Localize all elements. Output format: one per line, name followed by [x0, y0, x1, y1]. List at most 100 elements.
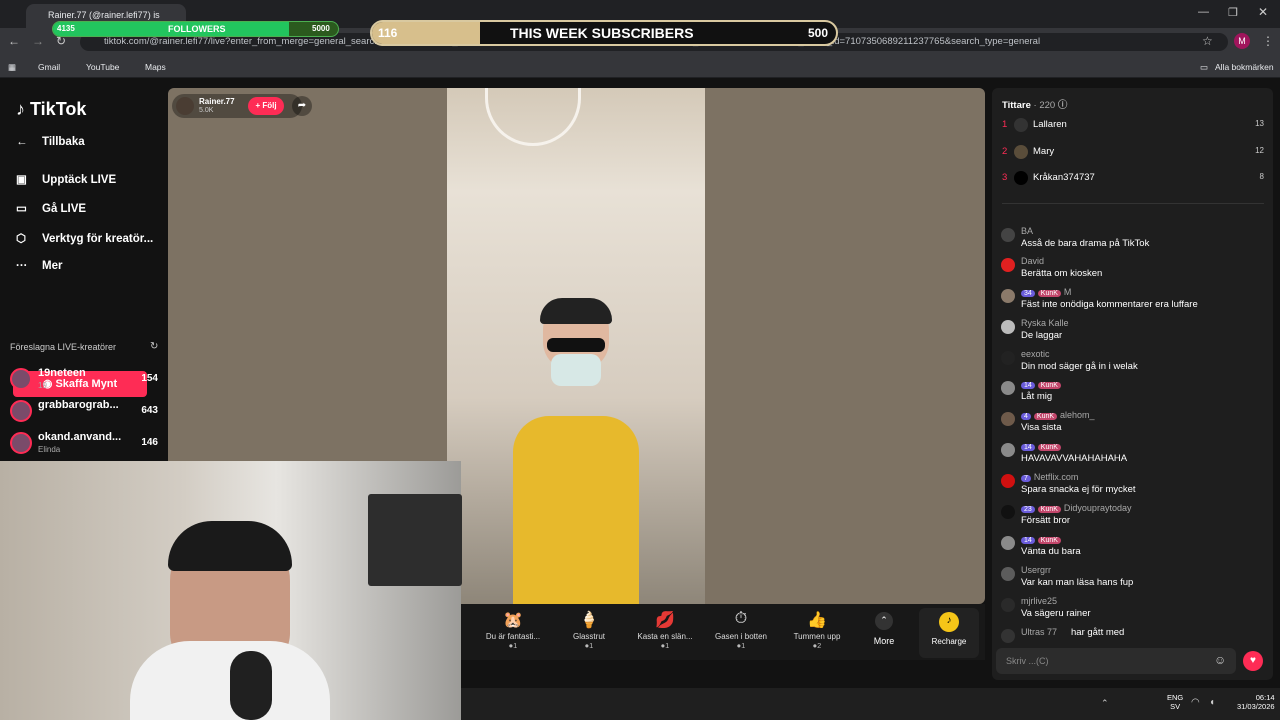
gift-item[interactable]: 💋 Kasta en slän... ●1	[630, 610, 700, 650]
chat-username[interactable]: 7 Netflix.com	[1021, 472, 1078, 482]
host-name[interactable]: Rainer.77	[199, 97, 235, 106]
viewer-row[interactable]: 2 Mary 12	[1002, 145, 1264, 166]
chat-username[interactable]: 4 KunK alehom_	[1021, 410, 1095, 420]
heart-icon[interactable]: ♥	[1243, 651, 1263, 671]
creator-item[interactable]: 19neteen 19 154	[10, 367, 158, 397]
close-icon[interactable]: ✕	[1258, 5, 1268, 19]
tray-chevron-icon[interactable]: ⌃	[1101, 698, 1109, 709]
follow-button[interactable]: + Följ	[248, 97, 284, 115]
chat-username[interactable]: Ryska Kalle	[1021, 318, 1069, 328]
followers-count: 4135	[57, 24, 75, 33]
recharge-button[interactable]: ♪ Recharge	[919, 608, 979, 658]
chat-username[interactable]: 23 KunK Didyoupraytoday	[1021, 503, 1131, 513]
left-sidebar: ♪ TikTok ← Tillbaka ▣ Upptäck LIVE ▭ Gå LIV…	[0, 79, 168, 461]
avatar[interactable]	[1001, 320, 1015, 334]
chat-message[interactable]: eexotic Din mod säger gå in i welak	[1001, 349, 1263, 377]
more-icon: ···	[16, 260, 28, 272]
chat-username[interactable]: Ultras 77	[1021, 627, 1057, 637]
chat-message[interactable]: Usergrr Var kan man läsa hans fup	[1001, 565, 1263, 593]
chat-message[interactable]: BA Asså de bara drama på TikTok	[1001, 226, 1263, 254]
emoji-icon[interactable]: ☺	[1214, 653, 1226, 667]
avatar[interactable]	[1001, 505, 1015, 519]
bookmark-gmail[interactable]: Gmail	[38, 62, 60, 72]
viewer-row[interactable]: 1 Lallaren 13	[1002, 118, 1264, 139]
chat-text: HAVAVAVVAHAHAHAHA	[1021, 453, 1128, 464]
chat-message[interactable]: 14 KunK HAVAVAVVAHAHAHAHA	[1001, 441, 1263, 469]
clock[interactable]: 06:14 31/03/2026	[1237, 693, 1275, 711]
chat-username[interactable]: David	[1021, 256, 1044, 266]
profile-avatar[interactable]: M	[1234, 33, 1250, 49]
level-badge: 4	[1021, 413, 1031, 420]
chat-message[interactable]: 14 KunK Låt mig	[1001, 379, 1263, 407]
chat-input[interactable]: Skriv ...(C) ☺	[996, 648, 1236, 674]
avatar[interactable]	[1001, 567, 1015, 581]
cap	[540, 298, 612, 324]
avatar[interactable]	[1001, 598, 1015, 612]
divider	[1002, 203, 1264, 204]
chat-username[interactable]: 34 KunK M	[1021, 287, 1071, 297]
more-gifts-button[interactable]: ⌃ More	[866, 612, 902, 646]
viewer-rank: 2	[1002, 146, 1008, 157]
chat-message[interactable]: 23 KunK Didyoupraytoday Försätt bror	[1001, 503, 1263, 531]
chat-username[interactable]: eexotic	[1021, 349, 1050, 359]
gift-item[interactable]: 🐹 Du är fantasti... ●1	[478, 610, 548, 650]
fan-badge: KunK	[1037, 382, 1061, 389]
refresh-icon[interactable]: ↻	[150, 341, 158, 352]
wifi-icon[interactable]: ◠	[1191, 697, 1200, 708]
chat-message[interactable]: 34 KunK M Fäst inte onödiga kommentarer era…	[1001, 287, 1263, 315]
back-arrow-icon[interactable]: ←	[8, 34, 20, 48]
fan-badge: KunK	[1037, 537, 1061, 544]
chat-message[interactable]: 14 KunK Vänta du bara	[1001, 534, 1263, 562]
forward-arrow-icon[interactable]: →	[32, 34, 44, 48]
avatar[interactable]	[1001, 228, 1015, 242]
menu-icon[interactable]: ⋮	[1262, 34, 1274, 48]
info-icon[interactable]: ⓘ	[1058, 100, 1068, 111]
creator-item[interactable]: okand.anvand... Elinda 146	[10, 431, 158, 461]
back-link[interactable]: ← Tillbaka	[16, 136, 85, 148]
share-icon[interactable]: ➦	[292, 96, 312, 116]
restore-icon[interactable]: ❐	[1228, 6, 1238, 19]
minimize-icon[interactable]: —	[1198, 6, 1209, 18]
nav-discover-live[interactable]: ▣ Upptäck LIVE	[16, 172, 116, 186]
chat-username[interactable]: 14 KunK	[1021, 441, 1064, 451]
apps-icon[interactable]: ▦	[8, 62, 16, 73]
avatar[interactable]	[1001, 412, 1015, 426]
bookmark-youtube[interactable]: YouTube	[86, 62, 119, 72]
chat-message[interactable]: David Berätta om kiosken	[1001, 256, 1263, 284]
avatar[interactable]	[1001, 536, 1015, 550]
avatar[interactable]	[1001, 474, 1015, 488]
star-icon[interactable]: ☆	[1202, 34, 1213, 48]
nav-go-live[interactable]: ▭ Gå LIVE	[16, 201, 86, 215]
volume-icon[interactable]: ◖	[1209, 697, 1215, 708]
gift-item[interactable]: 👍 Tummen upp ●2	[782, 610, 852, 650]
subscribers-goal: 500	[808, 26, 829, 40]
username-text: alehom_	[1060, 410, 1095, 420]
bookmark-maps[interactable]: Maps	[145, 62, 166, 72]
nav-creator-tools[interactable]: ⬡ Verktyg för kreatör...	[16, 231, 153, 245]
nav-more[interactable]: ··· Mer	[16, 260, 62, 272]
chat-message[interactable]: mjrlive25 Va sägeru rainer	[1001, 596, 1263, 624]
avatar[interactable]	[1001, 443, 1015, 457]
tiktok-logo[interactable]: ♪ TikTok	[16, 99, 86, 120]
avatar[interactable]	[1001, 629, 1015, 643]
avatar[interactable]	[1001, 351, 1015, 365]
language-indicator[interactable]: ENG SV	[1167, 693, 1183, 711]
gift-item[interactable]: ⏱ Gasen i botten ●1	[706, 610, 776, 650]
avatar[interactable]	[1001, 258, 1015, 272]
chat-username[interactable]: 14 KunK	[1021, 379, 1064, 389]
avatar[interactable]	[1001, 381, 1015, 395]
chat-username[interactable]: BA	[1021, 226, 1033, 236]
chat-username[interactable]: Usergrr	[1021, 565, 1051, 575]
host-avatar[interactable]	[176, 97, 194, 115]
creator-item[interactable]: grabbarograb... 643	[10, 399, 158, 429]
avatar[interactable]	[1001, 289, 1015, 303]
chat-username[interactable]: 14 KunK	[1021, 534, 1064, 544]
chat-username[interactable]: mjrlive25	[1021, 596, 1057, 606]
all-bookmarks[interactable]: Alla bokmärken	[1215, 62, 1274, 72]
viewer-row[interactable]: 3 Kråkan374737 8	[1002, 171, 1264, 192]
chat-message[interactable]: 7 Netflix.com Spara snacka ej för mycket	[1001, 472, 1263, 500]
viewer-name: Kråkan374737	[1033, 172, 1095, 183]
gift-item[interactable]: 🍦 Glasstrut ●1	[554, 610, 624, 650]
chat-message[interactable]: 4 KunK alehom_ Visa sista	[1001, 410, 1263, 438]
chat-message[interactable]: Ryska Kalle De laggar	[1001, 318, 1263, 346]
